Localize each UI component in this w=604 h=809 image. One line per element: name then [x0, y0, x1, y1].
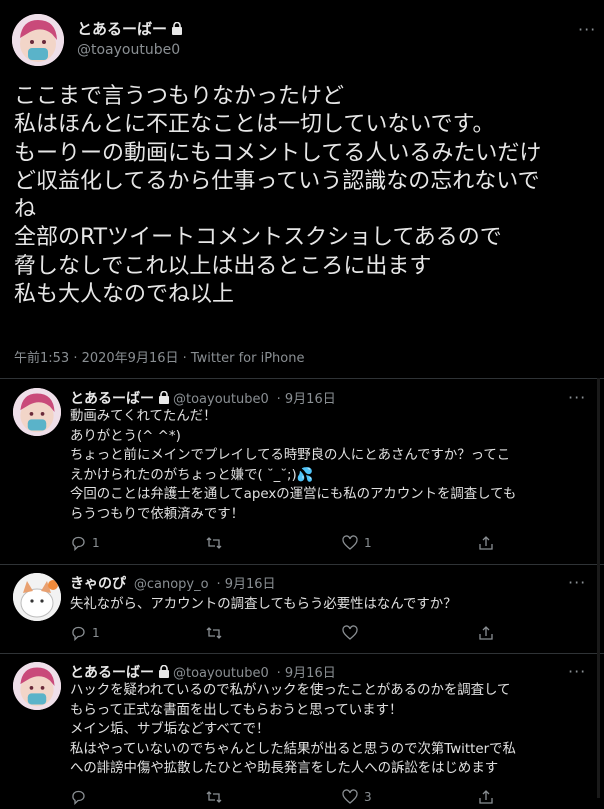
reply-header[interactable]: とあるーばー @toayoutube0 · 9月16日 — [70, 662, 336, 682]
retweet-action[interactable] — [205, 625, 229, 641]
retweet-action[interactable] — [205, 535, 229, 551]
reply-text: 失礼ながら、アカウントの調査してもらう必要性はなんですか？ — [70, 597, 457, 612]
reply-icon — [72, 790, 85, 805]
like-icon — [342, 789, 358, 804]
reply-action[interactable]: 1 — [70, 625, 100, 641]
like-action[interactable]: 3 — [342, 789, 372, 805]
retweet-icon — [206, 537, 222, 549]
author-block[interactable]: とあるーばー @toayoutube0 — [77, 18, 183, 58]
more-icon[interactable]: ··· — [578, 20, 596, 39]
avatar[interactable] — [13, 573, 61, 621]
divider — [0, 378, 604, 379]
like-count: 1 — [364, 536, 372, 550]
reply-author-name[interactable]: きゃのぴ — [70, 576, 126, 592]
divider — [0, 653, 604, 654]
reply-text: ハックを疑われているので私がハックを使ったことがあるのかを調査して もらって正式… — [70, 683, 516, 776]
author-handle[interactable]: @toayoutube0 — [77, 42, 183, 58]
avatar[interactable] — [13, 388, 61, 436]
author-name[interactable]: とあるーばー — [77, 20, 167, 38]
reply-date[interactable]: · 9月16日 — [277, 666, 336, 681]
reply-author-name[interactable]: とあるーばー — [70, 391, 154, 407]
lock-icon — [171, 20, 183, 39]
reply-text: 動画みてくれてたんだ！ ありがとう(^ ^*) ちょっと前にメインでプレイしてる… — [70, 409, 517, 522]
retweet-icon — [206, 627, 222, 639]
like-action[interactable]: 1 — [342, 535, 372, 551]
reply-handle[interactable]: @toayoutube0 — [173, 666, 269, 681]
share-icon — [479, 626, 493, 640]
reply-date[interactable]: · 9月16日 — [216, 577, 275, 592]
reply-tweet[interactable]: とあるーばー @toayoutube0 · 9月16日 ··· 動画みてくれてたん… — [0, 388, 604, 564]
reply-actions: 3 — [70, 789, 510, 807]
reply-action[interactable] — [70, 789, 92, 805]
lock-icon — [158, 664, 170, 682]
share-action[interactable] — [478, 535, 494, 551]
reply-handle[interactable]: @canopy_o — [134, 577, 209, 592]
like-count: 3 — [364, 790, 372, 804]
retweet-action[interactable] — [205, 789, 229, 805]
lock-icon — [158, 390, 170, 408]
like-icon — [342, 535, 358, 550]
like-icon — [342, 625, 358, 640]
reply-header[interactable]: とあるーばー @toayoutube0 · 9月16日 — [70, 388, 336, 408]
retweet-icon — [206, 791, 222, 803]
avatar[interactable] — [13, 662, 61, 710]
reply-icon — [72, 626, 85, 641]
more-icon[interactable]: ··· — [568, 388, 586, 407]
tweet-text: ここまで言うつもりなかったけど 私はほんとに不正なことは一切していないです。 も… — [14, 84, 542, 308]
reply-author-name[interactable]: とあるーばー — [70, 665, 154, 681]
like-action[interactable] — [342, 625, 364, 641]
share-action[interactable] — [478, 625, 494, 641]
more-icon[interactable]: ··· — [568, 573, 586, 592]
tweet-meta[interactable]: 午前1:53 · 2020年9月16日 · Twitter for iPhone — [14, 347, 304, 366]
share-icon — [479, 536, 493, 550]
share-action[interactable] — [478, 789, 494, 805]
more-icon[interactable]: ··· — [568, 662, 586, 681]
scrollbar[interactable] — [597, 378, 600, 798]
reply-tweet[interactable]: とあるーばー @toayoutube0 · 9月16日 ··· ハックを疑われてい… — [0, 662, 604, 809]
reply-count: 1 — [92, 626, 100, 640]
reply-actions: 1 1 — [70, 535, 510, 553]
reply-action[interactable]: 1 — [70, 535, 100, 551]
share-icon — [479, 790, 493, 804]
reply-count: 1 — [92, 536, 100, 550]
divider — [0, 564, 604, 565]
reply-handle[interactable]: @toayoutube0 — [173, 392, 269, 407]
reply-actions: 1 — [70, 625, 510, 643]
reply-header[interactable]: きゃのぴ @canopy_o · 9月16日 — [70, 573, 276, 593]
reply-date[interactable]: · 9月16日 — [277, 392, 336, 407]
avatar[interactable] — [12, 14, 64, 66]
reply-icon — [72, 536, 85, 551]
reply-tweet[interactable]: きゃのぴ @canopy_o · 9月16日 ··· 失礼ながら、アカウントの調… — [0, 573, 604, 653]
